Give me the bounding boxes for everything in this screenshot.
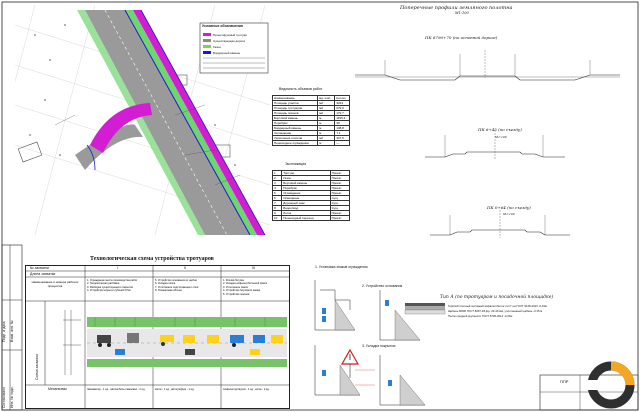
volumes-cell: м bbox=[317, 140, 336, 146]
tech-bottom-1: Экскаватор - 1 ед., автомобиль-самосвал … bbox=[87, 388, 146, 391]
tech-row3-label: Механизмы bbox=[48, 387, 67, 391]
drawing-sheet: Согласовано Инв. № подл. Подп. и дата Вз… bbox=[0, 0, 640, 412]
company-logo bbox=[587, 361, 635, 409]
explication-row: 10 Пешеходный переход Проект. bbox=[271, 215, 351, 221]
tech-col-num-2: II bbox=[184, 266, 186, 270]
type-a-note-3: Песок средней крупности ГОСТ 8736-2014 -… bbox=[448, 314, 513, 318]
explication-cell: 10 bbox=[271, 215, 283, 221]
volumes-table: Наименование Ед. изм. Кол-во Площадь уча… bbox=[271, 95, 350, 146]
volumes-cell: Пешеходное ограждение bbox=[271, 140, 319, 146]
tech-title: Технологическая схема устройства тротуар… bbox=[90, 256, 214, 262]
explication-table: 1 Тротуар Проект. 2 Газон Проект. 3 Бортовой ка… bbox=[271, 170, 351, 221]
legend-item-road: Существующая дорога bbox=[213, 39, 245, 43]
tech-col2-list: 5. Устройство основания из щебня 6. Укла… bbox=[155, 279, 219, 293]
cross-profiles bbox=[355, 50, 620, 238]
tech-bottom-2: Каток - 1 ед., автогрейдер - 1 ед. bbox=[155, 388, 195, 391]
tech-col3-item: 5. Устройство газонов bbox=[223, 292, 250, 296]
tech-bottom-3: Асфальтоукладчик - 1 ед., каток - 2 ед. bbox=[223, 388, 270, 391]
profile-2-title: ПК 6+45 (по съезду) bbox=[478, 127, 522, 132]
side-label-inv: Инв. № подл. bbox=[10, 386, 14, 408]
side-label-replace: Взам. инв. № bbox=[10, 320, 14, 342]
tech-col-num-3: III bbox=[252, 266, 255, 270]
legend-item-lawn: Газон bbox=[213, 45, 221, 49]
tech-col1-item: 4. Устройство корыта глубиной 0,5м bbox=[87, 289, 131, 293]
tech-col2-item: 8. Планировка обочин bbox=[155, 289, 182, 293]
profiles-scale: М1:100 bbox=[455, 11, 469, 15]
tech-col-subheader: Длина захватки bbox=[30, 272, 56, 276]
tech-col-header: № захватки bbox=[30, 266, 49, 270]
profile-3-scale: М1:100 bbox=[503, 212, 515, 216]
side-label-signature: Подп. и дата bbox=[2, 321, 6, 342]
volumes-title: Ведомость объемов работ bbox=[279, 87, 323, 91]
volumes-row: Пешеходное ограждение м — bbox=[271, 140, 350, 146]
profile-2-scale: М1:100 bbox=[495, 135, 507, 139]
legend-item-curb: Бордюрный камень bbox=[213, 51, 241, 55]
type-a-note-2: Щебень М600 ГОСТ 8267-93 фр. 20-40 мм, у… bbox=[448, 309, 543, 313]
tech-side-label: Схема захватки bbox=[35, 354, 39, 380]
stamp-ppr: ППР bbox=[560, 379, 569, 384]
profile-3-title: ПК 0+64 (по съезду) bbox=[487, 205, 531, 210]
explication-cell: Пешеходный переход bbox=[281, 215, 331, 221]
explication-title: Экспликация bbox=[285, 162, 307, 166]
legend-title: Условные обозначения bbox=[202, 24, 243, 28]
legend-item-sidewalk: Проектируемый тротуар bbox=[213, 33, 247, 37]
tech-col1-list: 1. Ограждение места производства работ 2… bbox=[87, 279, 151, 293]
tech-col3-list: 1. Розлив битума 2. Укладка асфальтобето… bbox=[223, 279, 287, 296]
stage-1-label: 1. Установка знаков ограждения bbox=[315, 265, 368, 269]
side-label-approved: Согласовано bbox=[2, 386, 6, 408]
type-a-note-1: Горячий плотный песчаный асфальтобетон т… bbox=[448, 304, 547, 308]
tech-col-num-1: I bbox=[117, 266, 118, 270]
stage-diagrams bbox=[314, 280, 426, 406]
tech-row1-label: Наименование и номера рабочих процессов bbox=[31, 280, 79, 288]
